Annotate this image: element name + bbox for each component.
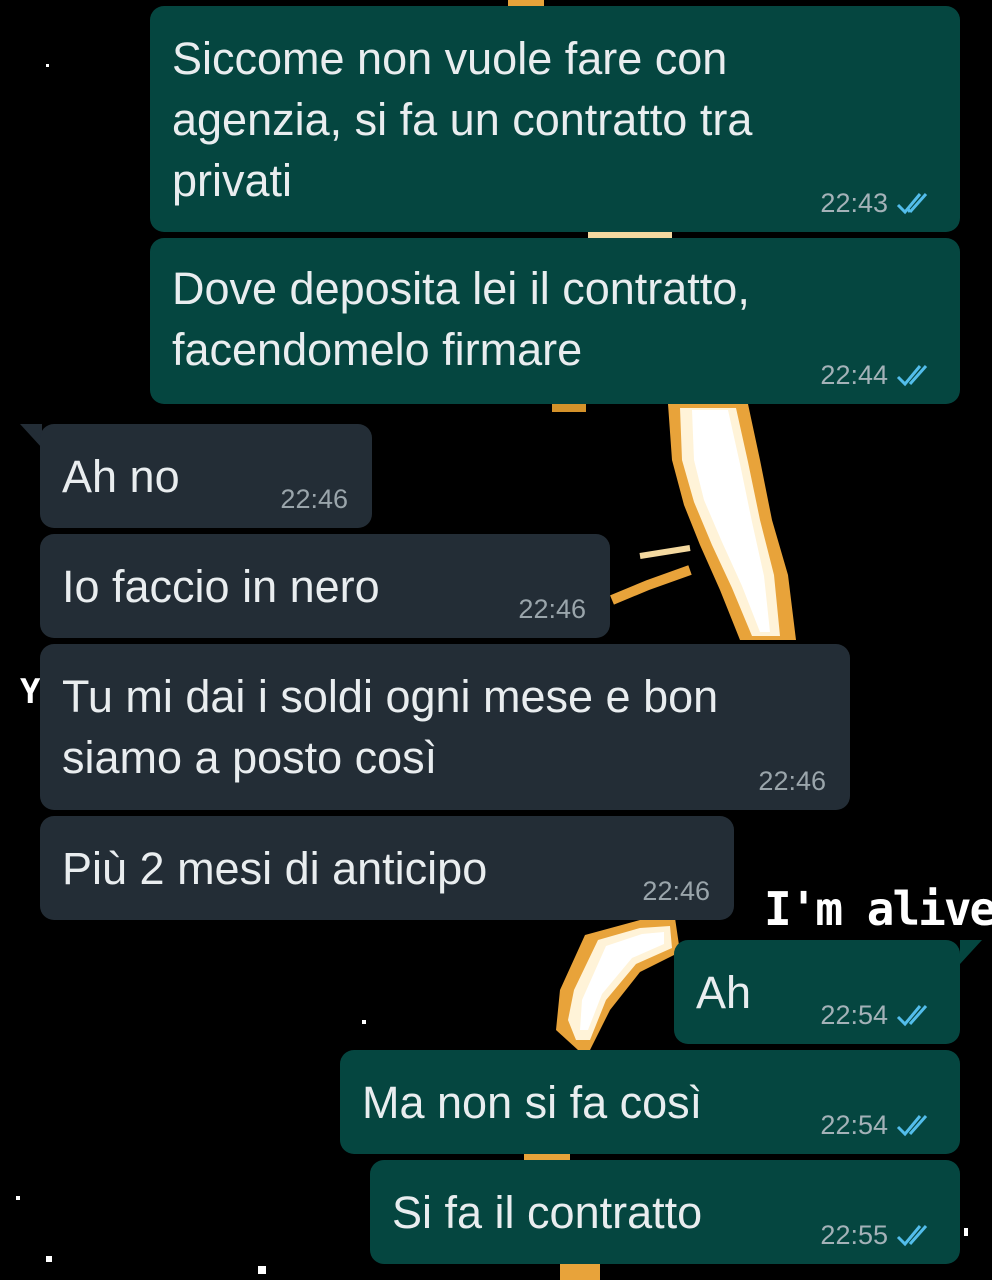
message-time: 22:54	[820, 1000, 888, 1030]
message-time: 22:46	[642, 876, 710, 906]
wallpaper-overlay-text: I'm alive.	[764, 882, 992, 936]
message-text: Io faccio in nero	[62, 561, 380, 612]
message-time: 22:46	[280, 484, 348, 514]
message-meta: 22:55	[820, 1220, 936, 1250]
message-time: 22:46	[758, 766, 826, 796]
message-bubble-incoming[interactable]: Io faccio in nero 22:46	[40, 534, 610, 638]
message-meta: 22:54	[820, 1000, 936, 1030]
message-bubble-incoming[interactable]: Tu mi dai i soldi ogni mese e bon siamo …	[40, 644, 850, 810]
message-meta: 22:46	[280, 484, 348, 514]
bubble-tail	[960, 940, 982, 964]
read-receipt-icon	[896, 365, 928, 387]
read-receipt-icon	[896, 1005, 928, 1027]
message-meta: 22:46	[758, 766, 826, 796]
message-text: Siccome non vuole fare con agenzia, si f…	[172, 33, 753, 206]
message-time: 22:44	[820, 360, 888, 390]
message-bubble-outgoing[interactable]: Dove deposita lei il contratto, facendom…	[150, 238, 960, 404]
message-meta: 22:44	[820, 360, 936, 390]
message-time: 22:43	[820, 188, 888, 218]
read-receipt-icon	[896, 193, 928, 215]
read-receipt-icon	[896, 1225, 928, 1247]
message-bubble-incoming[interactable]: Più 2 mesi di anticipo 22:46	[40, 816, 734, 920]
message-time: 22:46	[518, 594, 586, 624]
message-meta: 22:43	[820, 188, 936, 218]
message-meta: 22:46	[642, 876, 710, 906]
message-text: Più 2 mesi di anticipo	[62, 843, 488, 894]
message-meta: 22:46	[518, 594, 586, 624]
wallpaper-glyph: Y	[20, 672, 41, 712]
read-receipt-icon	[896, 1115, 928, 1137]
message-meta: 22:54	[820, 1110, 936, 1140]
message-bubble-outgoing[interactable]: Siccome non vuole fare con agenzia, si f…	[150, 6, 960, 232]
message-time: 22:54	[820, 1110, 888, 1140]
message-text: Tu mi dai i soldi ogni mese e bon siamo …	[62, 671, 719, 783]
message-bubble-incoming[interactable]: Ah no 22:46	[40, 424, 372, 528]
message-bubble-outgoing[interactable]: Ma non si fa così 22:54	[340, 1050, 960, 1154]
message-bubble-outgoing[interactable]: Si fa il contratto 22:55	[370, 1160, 960, 1264]
bubble-tail	[20, 424, 42, 448]
message-time: 22:55	[820, 1220, 888, 1250]
message-bubble-outgoing[interactable]: Ah 22:54	[674, 940, 960, 1044]
